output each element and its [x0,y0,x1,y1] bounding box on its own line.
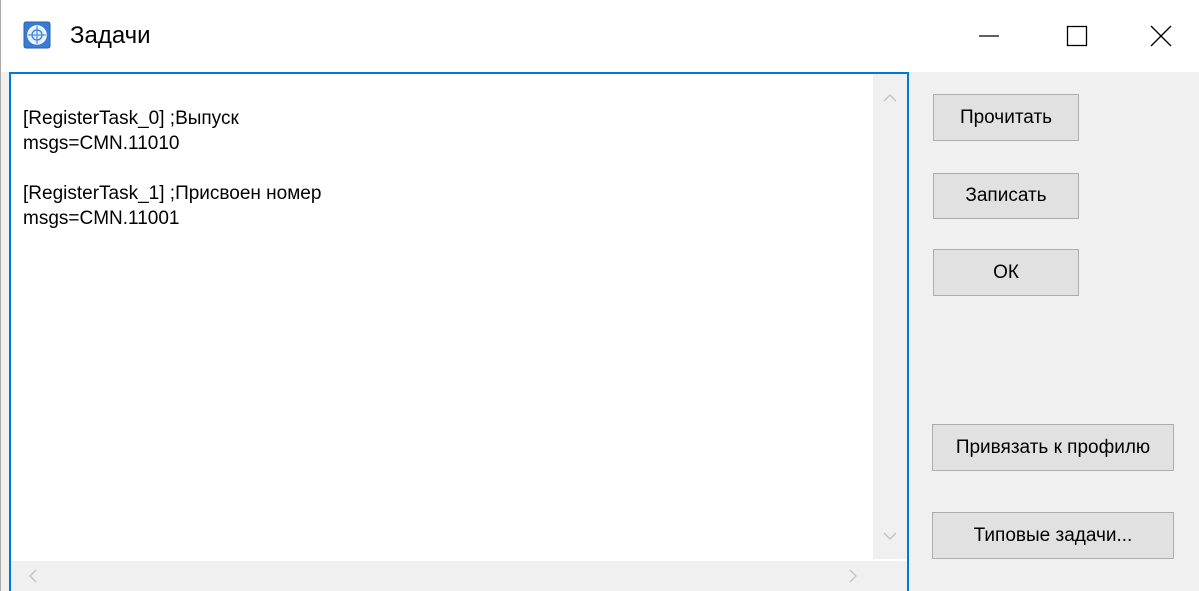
window-title: Задачи [70,22,151,49]
typical-tasks-button[interactable]: Типовые задачи... [932,512,1174,559]
ok-button[interactable]: ОК [933,249,1079,296]
close-icon [1150,25,1171,47]
scroll-right-icon[interactable] [843,566,863,586]
minimize-button[interactable] [945,0,1033,72]
write-button[interactable]: Записать [933,173,1079,219]
tasks-text-content[interactable]: [RegisterTask_0] ;Выпуск msgs=CMN.11010 … [23,106,321,231]
horizontal-scrollbar[interactable] [11,561,873,591]
tasks-text-area[interactable]: [RegisterTask_0] ;Выпуск msgs=CMN.11010 … [9,72,909,591]
title-bar[interactable]: Задачи [1,0,1199,72]
maximize-icon [1066,25,1088,47]
scroll-left-icon[interactable] [23,566,43,586]
maximize-button[interactable] [1033,0,1121,72]
close-button[interactable] [1121,0,1199,72]
vertical-scrollbar[interactable] [873,74,907,559]
tasks-window: Задачи [RegisterTask_0] ;Выпуск msgs=CMN… [0,0,1199,591]
bind-to-profile-button[interactable]: Привязать к профилю [932,424,1174,471]
read-button[interactable]: Прочитать [933,94,1079,141]
scrollbar-corner [873,561,907,591]
minimize-icon [979,35,999,37]
scroll-down-icon[interactable] [880,526,900,546]
app-globe-icon [23,21,51,49]
scroll-up-icon[interactable] [880,88,900,108]
